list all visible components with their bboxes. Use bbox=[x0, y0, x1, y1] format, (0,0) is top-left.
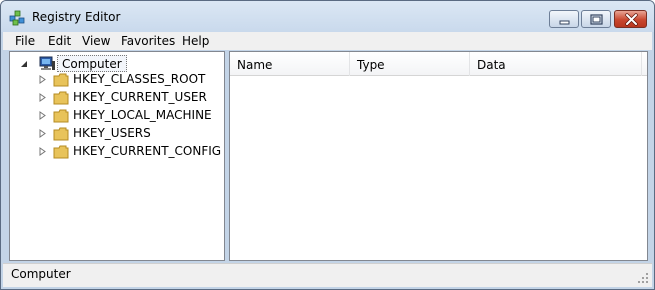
column-header-type[interactable]: Type bbox=[350, 52, 470, 76]
tree-item-label: HKEY_CLASSES_ROOT bbox=[73, 72, 206, 86]
menu-help[interactable]: Help bbox=[182, 34, 209, 48]
tree-item-hkey-users[interactable]: HKEY_USERS bbox=[10, 125, 224, 142]
column-header-row: Name Type Data bbox=[230, 52, 647, 76]
menu-view[interactable]: View bbox=[82, 34, 110, 48]
expand-arrow-icon[interactable] bbox=[38, 75, 47, 84]
expand-arrow-icon[interactable] bbox=[38, 111, 47, 120]
tree-item-label: HKEY_CURRENT_USER bbox=[73, 90, 207, 104]
tree-root-computer[interactable]: Computer bbox=[57, 55, 127, 72]
menu-file[interactable]: File bbox=[15, 34, 35, 48]
resize-grip-icon[interactable] bbox=[638, 273, 649, 284]
close-icon bbox=[625, 13, 638, 26]
column-header-name[interactable]: Name bbox=[230, 52, 350, 76]
tree-item-label: HKEY_USERS bbox=[73, 126, 151, 140]
menu-favorites[interactable]: Favorites bbox=[121, 34, 175, 48]
registry-editor-icon bbox=[9, 10, 25, 26]
minimize-button[interactable] bbox=[549, 10, 579, 28]
status-text: Computer bbox=[11, 267, 71, 281]
minimize-icon bbox=[559, 20, 570, 25]
maximize-button[interactable] bbox=[581, 10, 611, 28]
registry-tree-pane[interactable]: Computer HKEY_CLASSES_ROOT HKEY_CURRENT_… bbox=[9, 51, 225, 261]
registry-editor-window: Registry Editor File Edit View Favorites… bbox=[0, 0, 655, 290]
folder-icon bbox=[53, 91, 69, 105]
column-header-data[interactable]: Data bbox=[470, 52, 642, 76]
expand-arrow-icon[interactable] bbox=[38, 93, 47, 102]
tree-item-hkey-local-machine[interactable]: HKEY_LOCAL_MACHINE bbox=[10, 107, 224, 124]
computer-icon bbox=[39, 56, 55, 70]
tree-item-hkey-current-config[interactable]: HKEY_CURRENT_CONFIG bbox=[10, 143, 224, 160]
menu-edit[interactable]: Edit bbox=[48, 34, 71, 48]
tree-item-hkey-current-user[interactable]: HKEY_CURRENT_USER bbox=[10, 89, 224, 106]
title-bar[interactable]: Registry Editor bbox=[1, 1, 654, 32]
registry-values-pane[interactable]: Name Type Data bbox=[229, 51, 648, 261]
folder-icon bbox=[53, 73, 69, 87]
tree-item-hkey-classes-root[interactable]: HKEY_CLASSES_ROOT bbox=[10, 71, 224, 88]
maximize-icon bbox=[590, 14, 603, 25]
menu-bar: File Edit View Favorites Help bbox=[3, 32, 652, 50]
window-title: Registry Editor bbox=[32, 10, 121, 24]
expand-arrow-icon[interactable] bbox=[38, 147, 47, 156]
collapse-arrow-icon[interactable] bbox=[20, 60, 29, 69]
folder-icon bbox=[53, 109, 69, 123]
status-bar: Computer bbox=[3, 263, 652, 287]
folder-icon bbox=[53, 127, 69, 141]
tree-item-label: HKEY_CURRENT_CONFIG bbox=[73, 144, 222, 158]
folder-icon bbox=[53, 145, 69, 159]
tree-item-label: HKEY_LOCAL_MACHINE bbox=[73, 108, 212, 122]
expand-arrow-icon[interactable] bbox=[38, 129, 47, 138]
close-button[interactable] bbox=[614, 10, 647, 28]
